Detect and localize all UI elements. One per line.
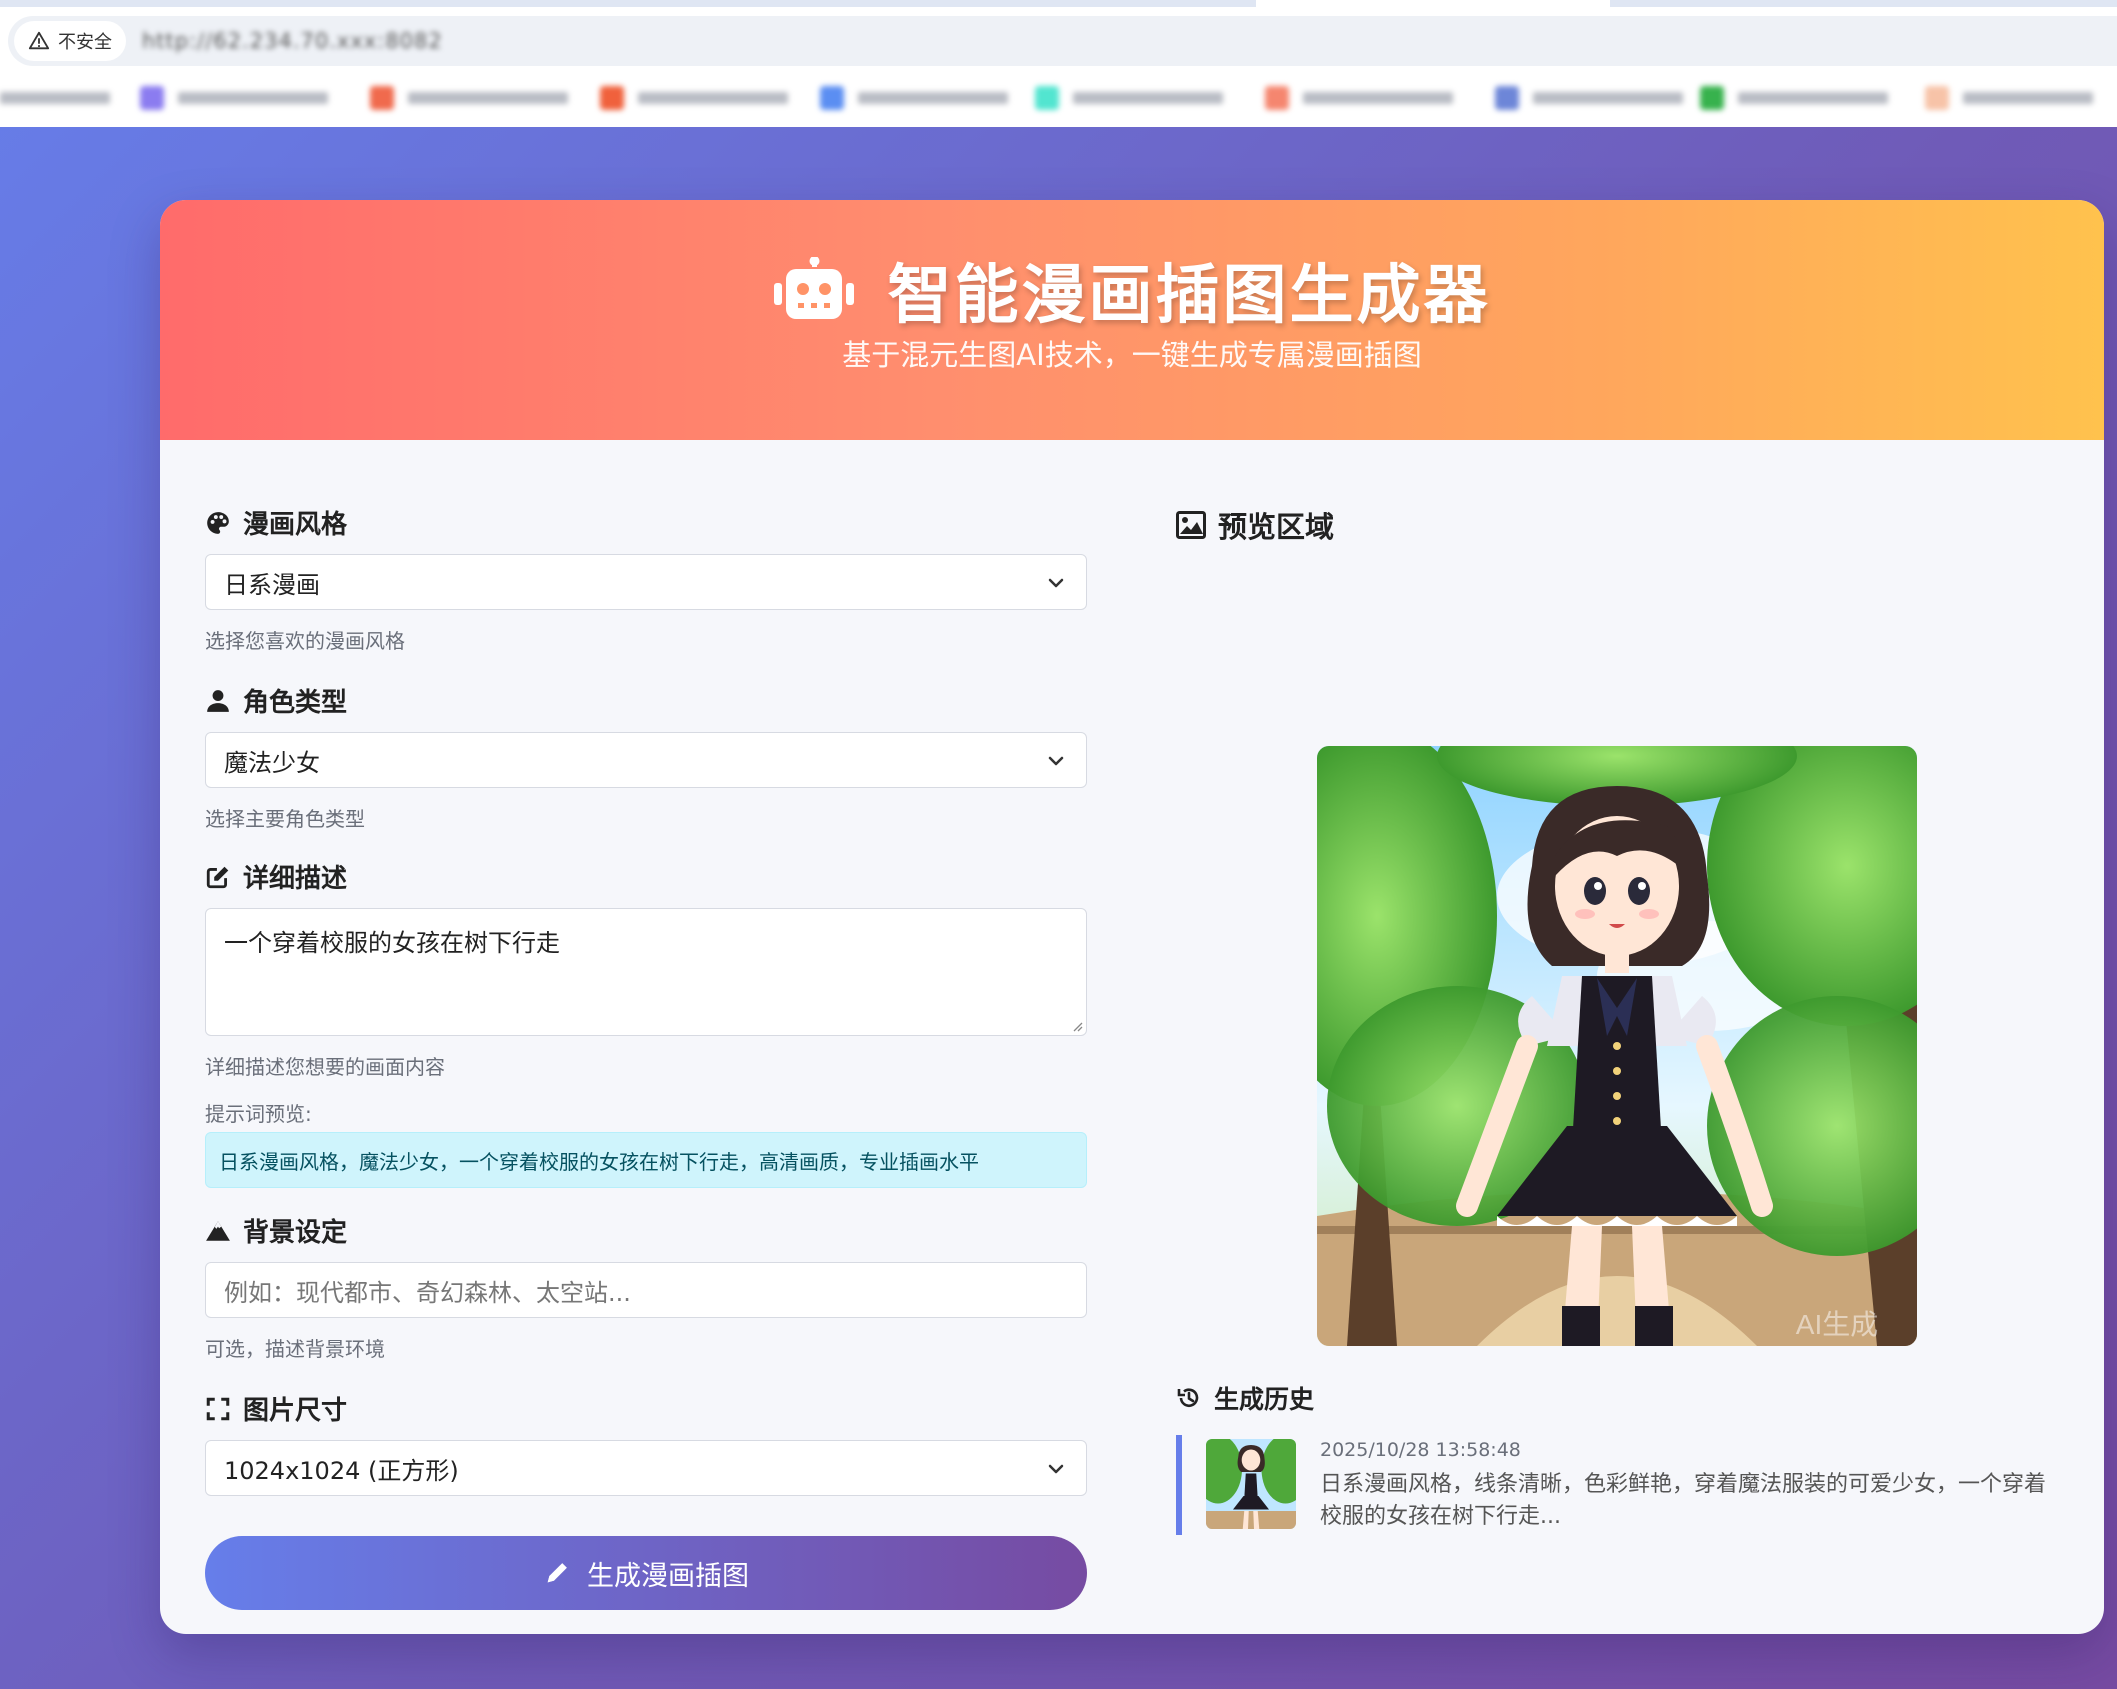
palette-icon [207, 511, 229, 534]
preview-image[interactable]: AI生成 [1317, 746, 1917, 1346]
size-select-value: 1024x1024 (正方形) [224, 1456, 459, 1485]
preview-title: 预览区域 [1176, 504, 1334, 546]
history-desc: 日系漫画风格，线条清晰，色彩鲜艳，穿着魔法服装的可爱少女，一个穿着校服的女孩在树… [1320, 1472, 2047, 1529]
security-chip[interactable]: 不安全 [14, 21, 126, 61]
description-value: 一个穿着校服的女孩在树下行走 [224, 929, 560, 957]
history-item[interactable]: 2025/10/28 13:58:48 日系漫画风格，线条清晰，色彩鲜艳，穿着魔… [1176, 1435, 2056, 1535]
history-title: 生成历史 [1176, 1380, 1314, 1416]
bookmark-item[interactable] [140, 80, 370, 116]
size-select[interactable]: 1024x1024 (正方形) [205, 1440, 1087, 1496]
bookmark-item[interactable] [1700, 80, 1925, 116]
description-label: 详细描述 [205, 858, 347, 895]
edit-icon [206, 866, 229, 888]
bookmark-item[interactable] [1265, 80, 1495, 116]
bookmark-item[interactable] [370, 80, 600, 116]
style-help: 选择您喜欢的漫画风格 [205, 629, 405, 653]
generate-button-label: 生成漫画插图 [587, 1560, 749, 1592]
character-help: 选择主要角色类型 [205, 807, 365, 831]
expand-icon [206, 1397, 230, 1420]
security-label: 不安全 [58, 32, 112, 53]
page-title: 智能漫画插图生成器 [887, 259, 1491, 333]
history-thumbnail-image [1206, 1439, 1296, 1529]
warning-icon [28, 31, 50, 50]
style-label: 漫画风格 [205, 504, 347, 541]
character-label: 角色类型 [205, 682, 347, 719]
prompt-preview-text: 日系漫画风格，魔法少女，一个穿着校服的女孩在树下行走，高清画质，专业插画水平 [219, 1149, 979, 1174]
chevron-down-icon [1048, 756, 1064, 766]
history-thumbnail[interactable] [1206, 1439, 1296, 1529]
background-label: 背景设定 [205, 1212, 347, 1249]
background-help: 可选，描述背景环境 [205, 1337, 385, 1361]
user-icon [207, 689, 229, 712]
prompt-preview-label: 提示词预览: [205, 1102, 312, 1126]
style-select[interactable]: 日系漫画 [205, 554, 1087, 610]
chevron-down-icon [1048, 1464, 1064, 1474]
bookmark-item[interactable] [0, 80, 140, 116]
bookmark-item[interactable] [600, 80, 820, 116]
robot-icon [773, 257, 854, 319]
browser-chrome: 不安全 http://62.234.70.xxx:8082 [0, 0, 2117, 127]
character-select[interactable]: 魔法少女 [205, 732, 1087, 788]
bookmark-item[interactable] [1035, 80, 1265, 116]
address-bar[interactable]: 不安全 http://62.234.70.xxx:8082 [8, 16, 2117, 66]
history-icon [1177, 1388, 1199, 1407]
chevron-down-icon [1048, 578, 1064, 588]
bookmark-item[interactable] [1925, 80, 2105, 116]
description-help: 详细描述您想要的画面内容 [205, 1055, 445, 1079]
page-subtitle: 基于混元生图AI技术，一键生成专属漫画插图 [842, 338, 1422, 372]
bookmarks-bar [0, 80, 2117, 116]
background-placeholder: 例如：现代都市、奇幻森林、太空站... [224, 1278, 631, 1307]
bookmark-item[interactable] [1495, 80, 1700, 116]
watermark-text: AI生成 [1796, 1309, 1878, 1340]
resize-grip-icon[interactable] [1071, 1020, 1083, 1032]
tab-strip [0, 0, 2117, 7]
generate-button[interactable]: 生成漫画插图 [205, 1536, 1087, 1610]
hero-header: 智能漫画插图生成器 基于混元生图AI技术，一键生成专属漫画插图 [160, 200, 2104, 440]
hero-title-row: 智能漫画插图生成器 [160, 244, 2104, 336]
history-time: 2025/10/28 13:58:48 [1320, 1439, 1521, 1461]
pencil-icon [547, 1563, 567, 1583]
character-select-value: 魔法少女 [224, 748, 320, 777]
background-input[interactable]: 例如：现代都市、奇幻森林、太空站... [205, 1262, 1087, 1318]
url-text[interactable]: http://62.234.70.xxx:8082 [142, 29, 443, 53]
mountain-icon [206, 1220, 230, 1241]
image-icon [1176, 511, 1206, 539]
anime-girl-illustration: AI生成 [1317, 746, 1917, 1346]
bookmark-item[interactable] [820, 80, 1035, 116]
style-select-value: 日系漫画 [224, 570, 320, 599]
description-textarea[interactable]: 一个穿着校服的女孩在树下行走 [205, 908, 1087, 1036]
prompt-preview-box: 日系漫画风格，魔法少女，一个穿着校服的女孩在树下行走，高清画质，专业插画水平 [205, 1132, 1087, 1188]
size-label: 图片尺寸 [205, 1390, 347, 1427]
generator-card: 智能漫画插图生成器 基于混元生图AI技术，一键生成专属漫画插图 漫画风格 日系漫… [160, 200, 2104, 1634]
